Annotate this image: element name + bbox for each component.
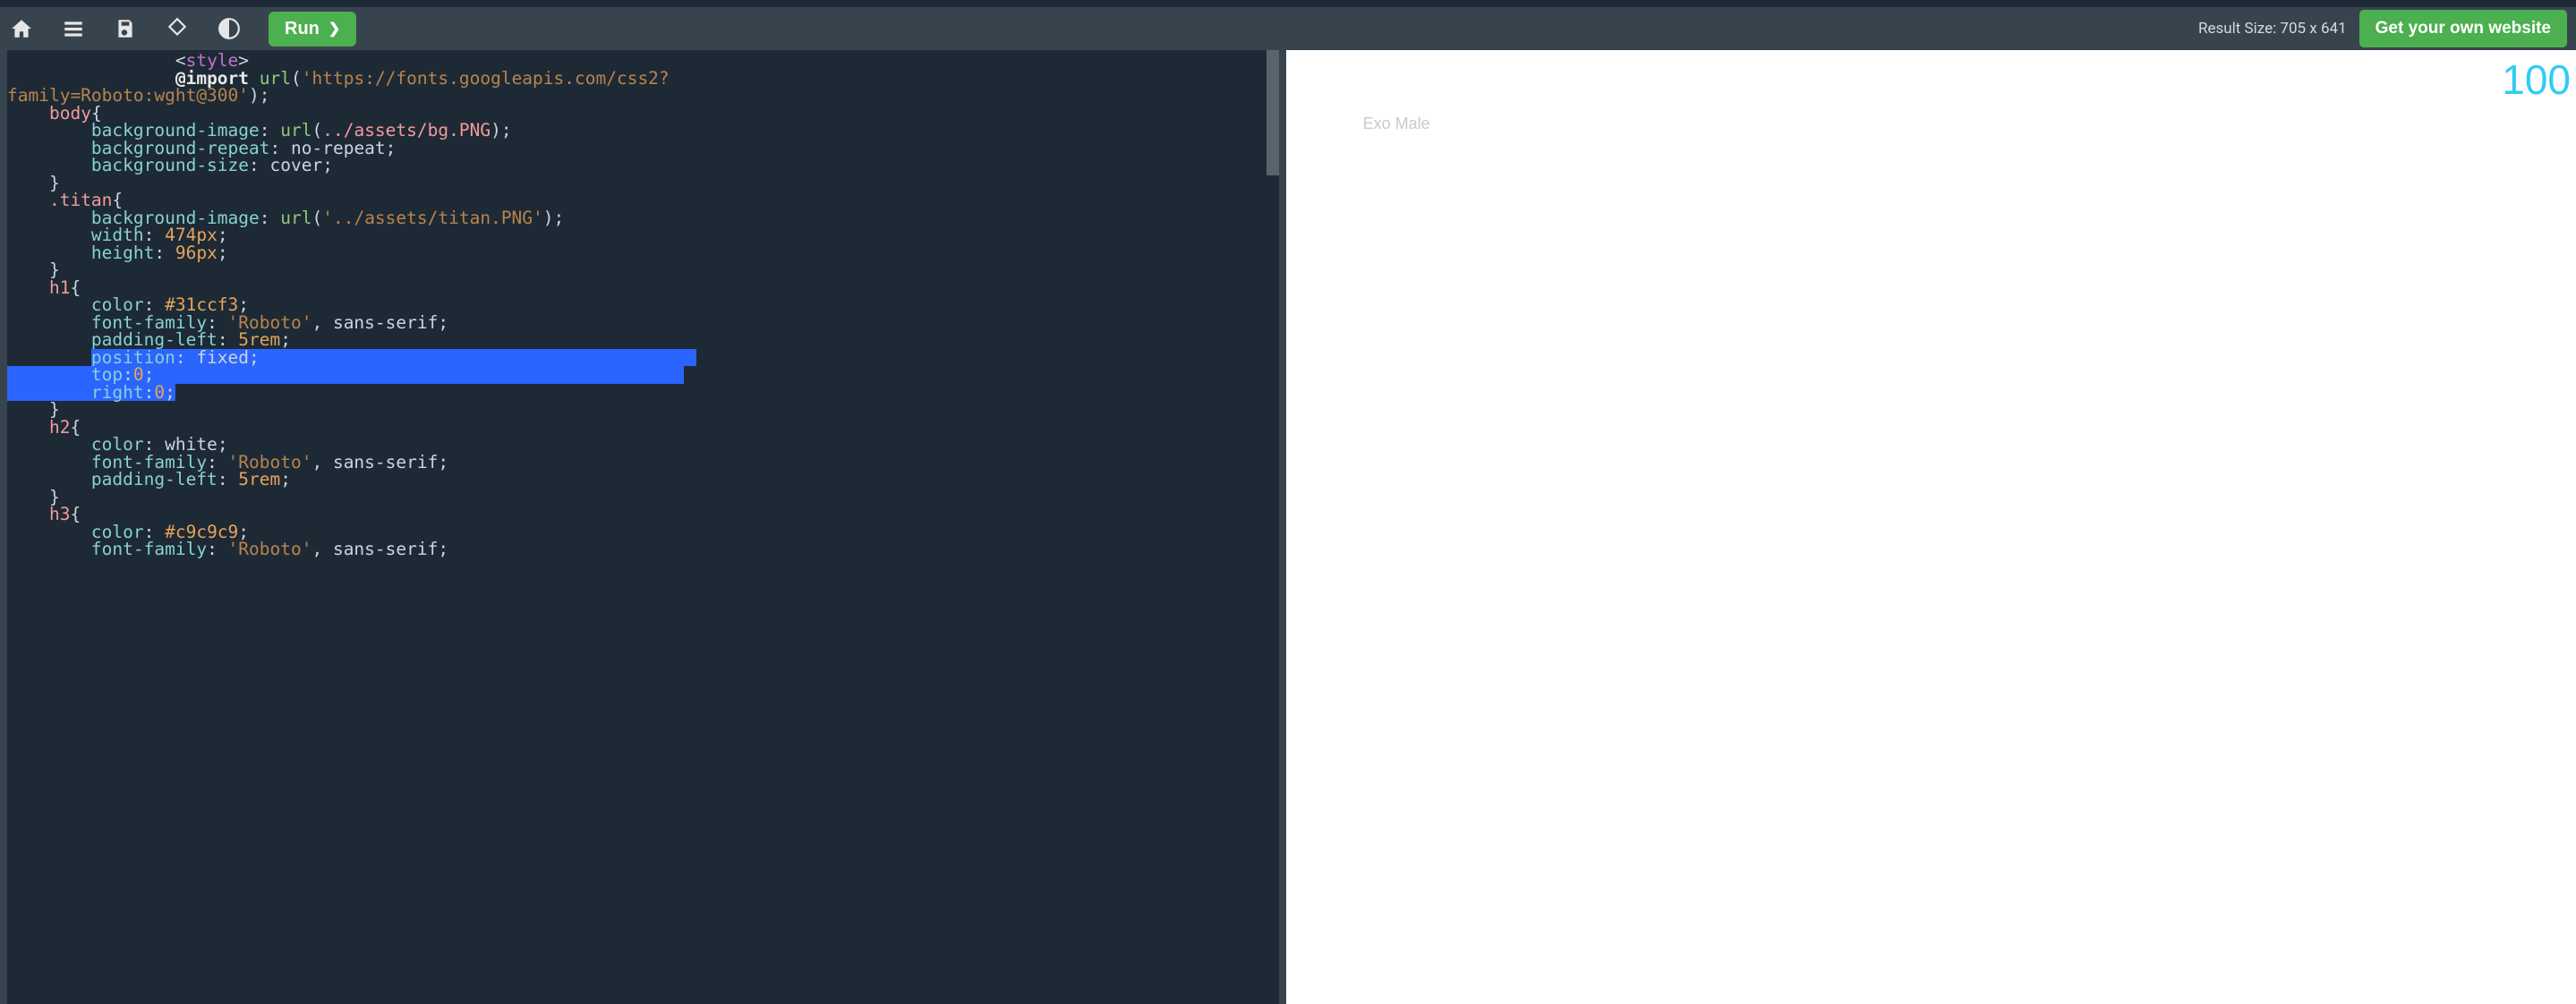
toolbar: Run ❯ Result Size: 705 x 641 Get your ow… [0, 0, 2576, 50]
menu-icon[interactable] [61, 16, 86, 41]
preview-pane: 100 Exo Male [1286, 50, 2576, 1004]
run-button[interactable]: Run ❯ [269, 12, 356, 47]
preview-h3: Exo Male [1363, 115, 1430, 133]
run-label: Run [285, 19, 320, 39]
get-website-button[interactable]: Get your own website [2359, 10, 2567, 47]
main: <style> @import url('https://fonts.googl… [0, 50, 2576, 1004]
theme-icon[interactable] [217, 16, 242, 41]
chevron-right-icon: ❯ [328, 20, 340, 38]
rotate-icon[interactable] [165, 16, 190, 41]
scrollbar-thumb[interactable] [1267, 50, 1279, 175]
save-icon[interactable] [113, 16, 138, 41]
result-size-label: Result Size: 705 x 641 [2198, 20, 2347, 38]
home-icon[interactable] [9, 16, 34, 41]
preview-h1: 100 [2502, 55, 2571, 104]
code-editor[interactable]: <style> @import url('https://fonts.googl… [7, 50, 1279, 1004]
scrollbar-track [1267, 50, 1279, 1004]
